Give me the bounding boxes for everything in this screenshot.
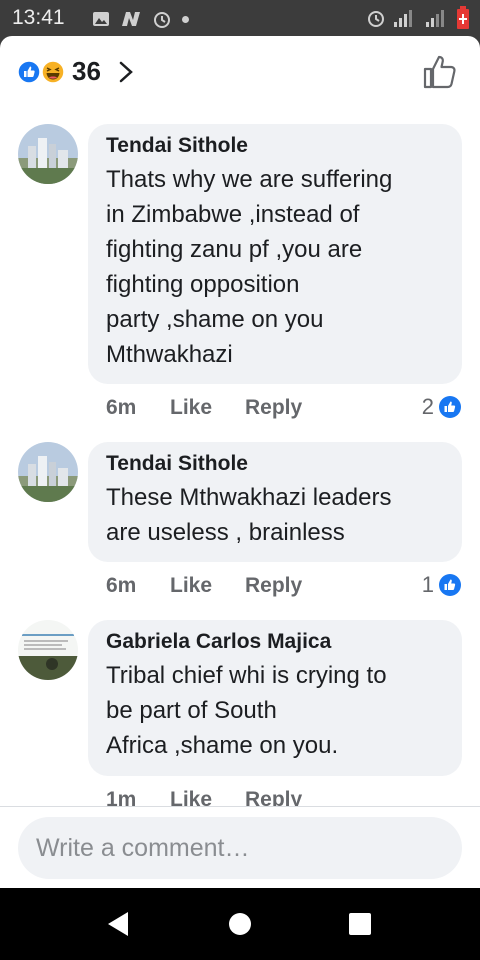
notification-icons [92,9,189,29]
comment-time: 6m [106,574,137,597]
signal-icon [394,10,412,27]
n-app-icon [122,12,140,26]
gallery-icon [93,12,109,26]
comment-author[interactable]: Gabriela Carlos Majica [106,630,444,654]
status-bar: 13:41 [0,0,480,36]
like-button[interactable]: Like [170,574,245,598]
system-icons [366,6,470,30]
reply-button[interactable]: Reply [245,396,302,420]
comment-bubble[interactable]: Tendai Sithole Thats why we are sufferin… [88,124,462,384]
like-count-value: 1 [421,572,434,597]
avatar[interactable] [18,620,78,680]
comment-text: These Mthwakhazi leaders are useless , b… [106,484,392,546]
status-time: 13:41 [12,6,65,29]
chevron-right-icon[interactable] [118,60,134,84]
like-reaction-icon [439,574,461,596]
comment-actions: 6m Like Reply [106,574,302,598]
system-nav-bar [0,888,480,960]
comments-sheet: 36 Tendai Sithole Thats why we are suffe… [0,36,480,888]
like-count-value: 2 [421,394,434,419]
comment-input[interactable]: Write a comment… [18,817,462,879]
back-icon[interactable] [102,908,134,940]
comment-time: 6m [106,396,137,419]
comment-author[interactable]: Tendai Sithole [106,452,444,476]
avatar[interactable] [18,124,78,184]
comment-text: Thats why we are suffering in Zimbabwe ,… [106,166,393,368]
alarm-status-icon [368,11,384,27]
comment-composer-bar: Write a comment… [0,806,480,888]
comment-bubble[interactable]: Tendai Sithole These Mthwakhazi leaders … [88,442,462,562]
comment-text: Tribal chief whi is crying to be part of… [106,662,387,759]
comment-item: Gabriela Carlos Majica Tribal chief whi … [0,620,480,820]
home-icon[interactable] [224,908,256,940]
reply-button[interactable]: Reply [245,574,302,598]
comment-author[interactable]: Tendai Sithole [106,134,444,158]
reaction-icons [17,60,65,84]
avatar[interactable] [18,442,78,502]
comment-bubble[interactable]: Gabriela Carlos Majica Tribal chief whi … [88,620,462,776]
signal-2-icon [426,10,444,27]
like-reaction-icon [439,396,461,418]
alarm-icon [154,12,170,28]
like-button[interactable]: Like [170,396,245,420]
battery-icon [457,6,469,29]
thumbs-up-icon[interactable] [422,54,458,90]
recents-icon[interactable] [344,908,376,940]
comment-like-count[interactable]: 2 [422,394,462,420]
like-reaction-icon [17,60,41,84]
reaction-summary-bar[interactable]: 36 [0,36,480,108]
comment-item: Tendai Sithole These Mthwakhazi leaders … [0,442,480,612]
more-notifications-dot [182,15,189,23]
haha-reaction-icon [41,60,65,84]
reaction-count: 36 [72,56,101,86]
comment-item: Tendai Sithole Thats why we are sufferin… [0,124,480,434]
comment-actions: 6m Like Reply [106,396,302,420]
comment-like-count[interactable]: 1 [422,572,462,598]
